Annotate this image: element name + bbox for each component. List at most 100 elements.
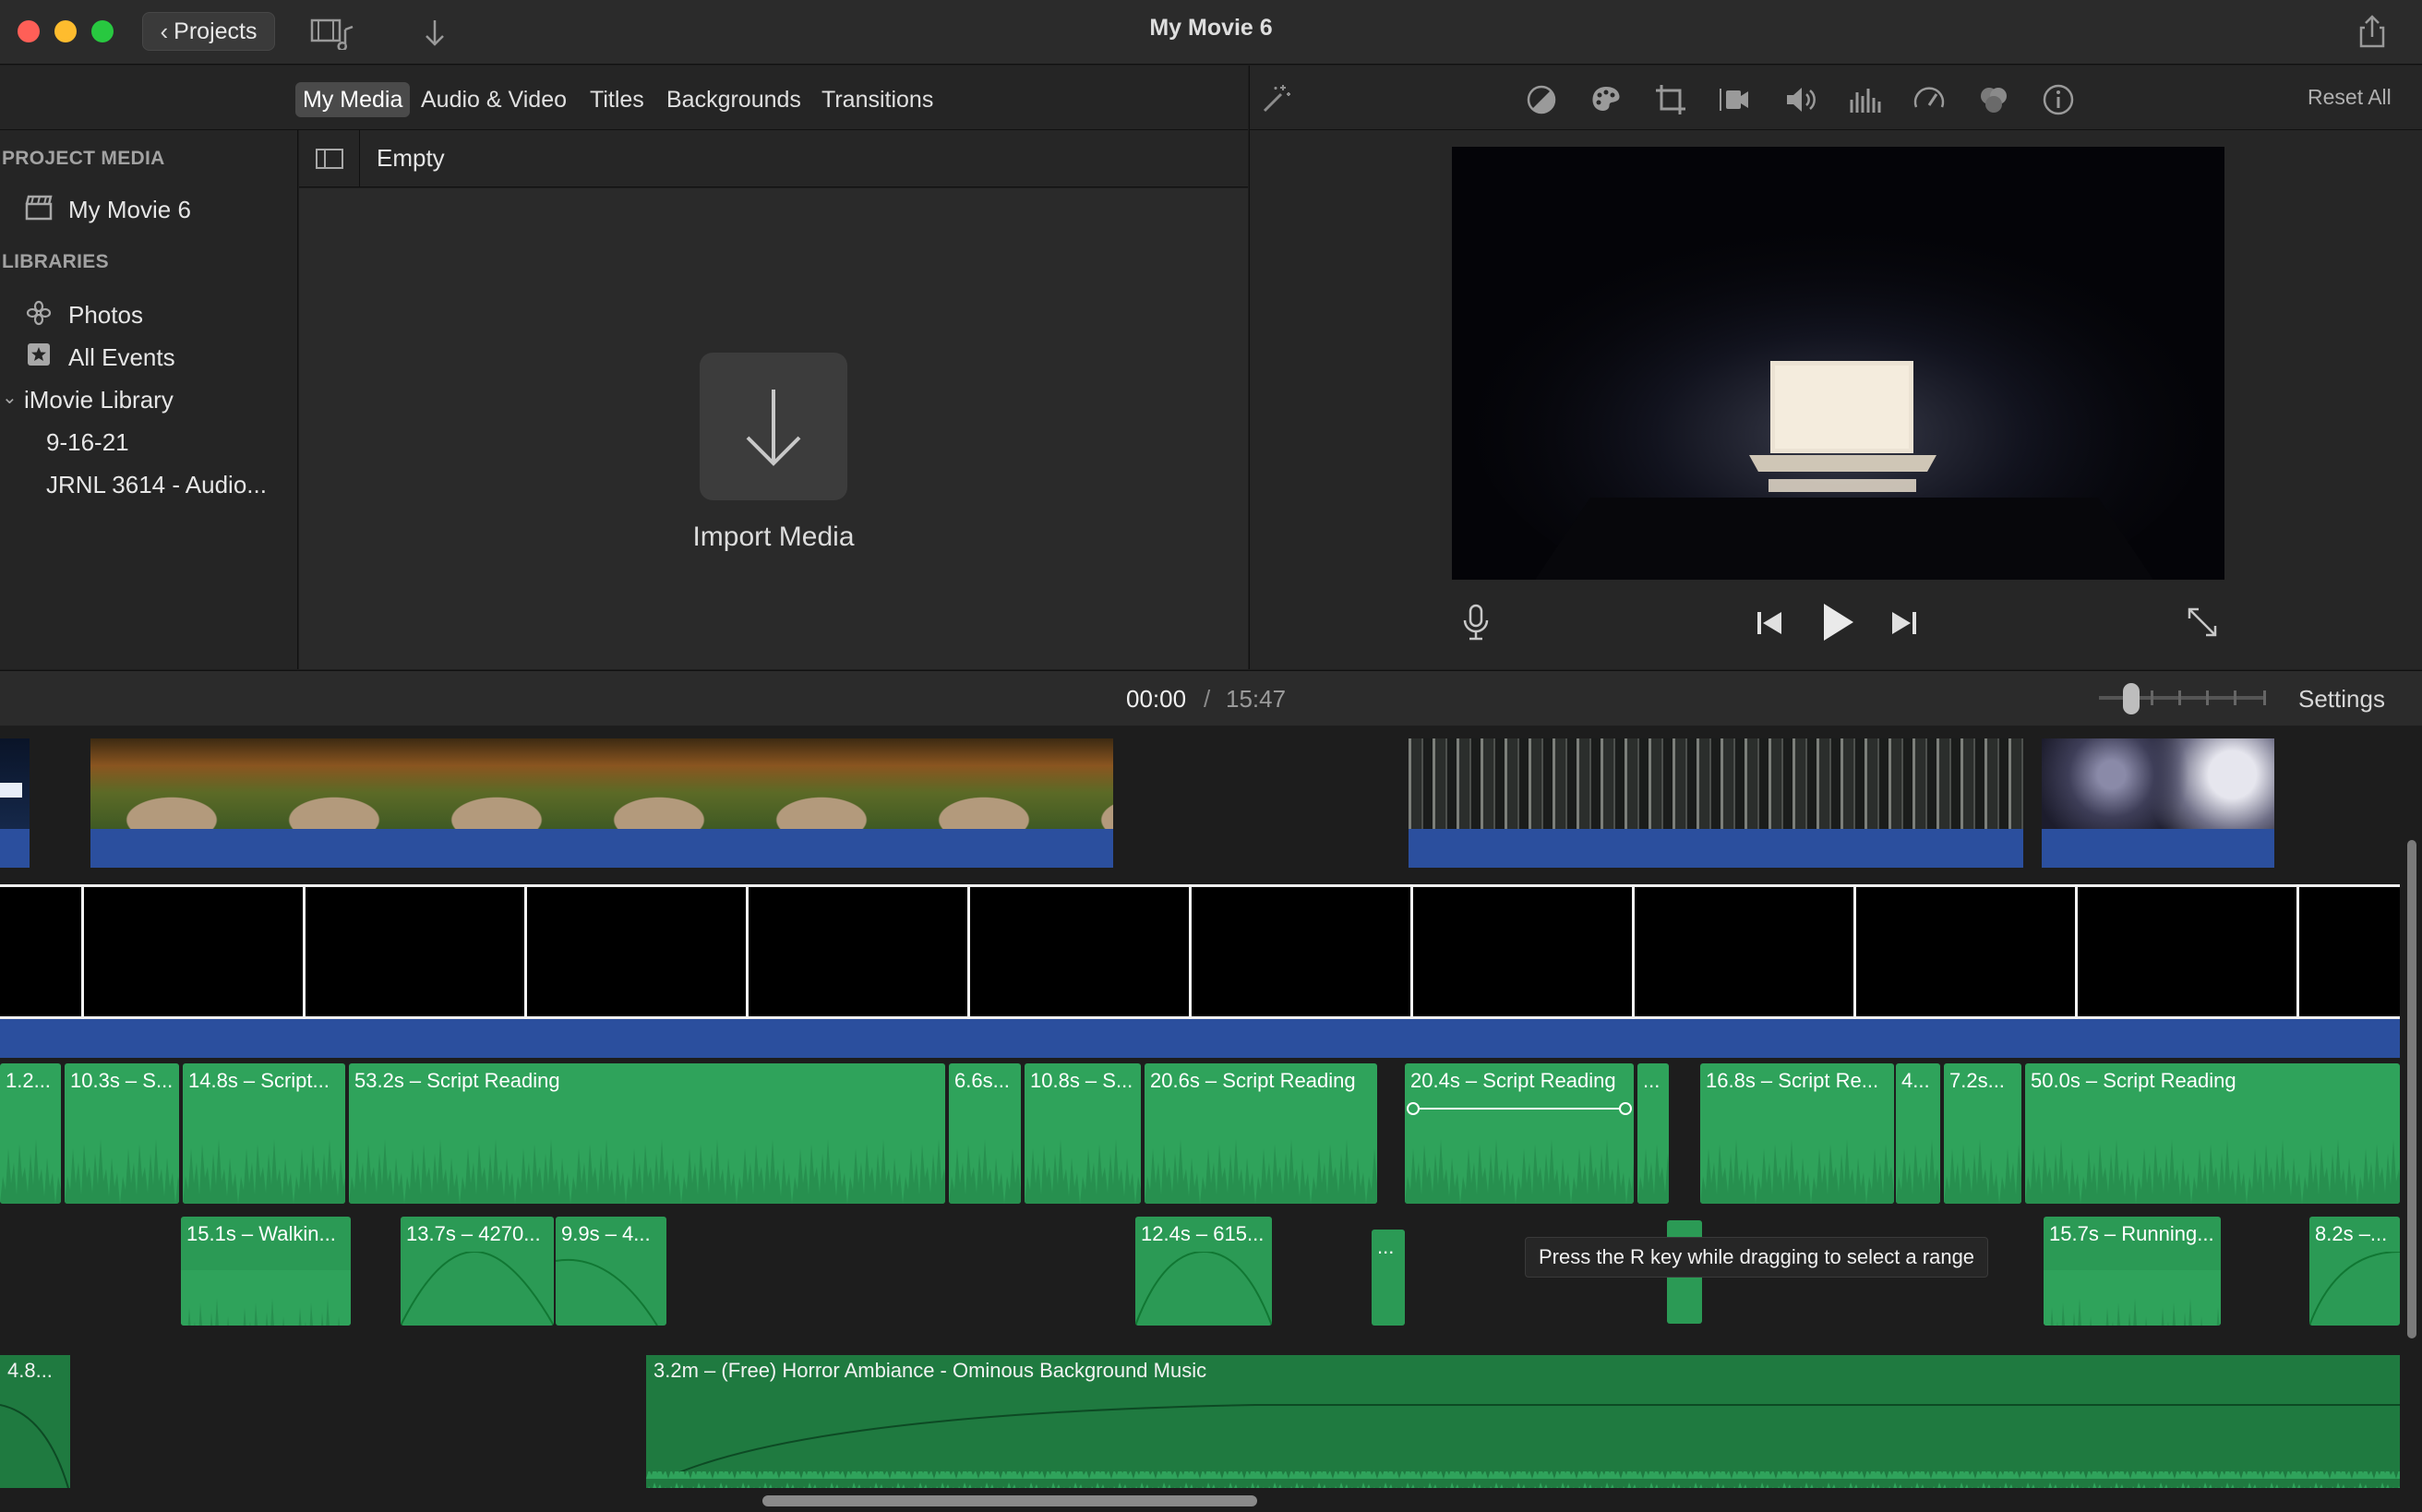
clip-label: 12.4s – 615... — [1141, 1222, 1265, 1245]
vertical-scrollbar[interactable] — [2407, 840, 2416, 1338]
disclosure-chevron-icon[interactable]: ⌄ — [2, 386, 18, 409]
audio-clip[interactable]: 16.8s – Script Re... — [1700, 1063, 1894, 1204]
play-icon[interactable] — [1816, 600, 1857, 644]
audio-clip[interactable]: 6.6s... — [949, 1063, 1021, 1204]
audio-clip[interactable]: 53.2s – Script Reading — [349, 1063, 945, 1204]
microphone-icon[interactable] — [1460, 604, 1492, 642]
waveform — [349, 1111, 945, 1204]
project-media-header: PROJECT MEDIA — [2, 148, 165, 169]
clip-filter-icon[interactable] — [1975, 81, 2012, 118]
sound-effect-clip[interactable]: 8.2s –... — [2309, 1217, 2400, 1326]
range-handle-right[interactable] — [1619, 1102, 1632, 1115]
video-preview[interactable] — [1452, 147, 2224, 580]
clip-label: 20.4s – Script Reading — [1410, 1069, 1616, 1092]
color-palette-icon[interactable] — [1588, 81, 1625, 118]
sound-effect-clip[interactable]: ... — [1372, 1230, 1405, 1326]
clip-thumbnail — [0, 738, 30, 829]
sidebar-item-all-events[interactable]: All Events — [68, 343, 175, 372]
video-clip-forest-road[interactable] — [90, 738, 1113, 868]
info-icon[interactable] — [2040, 81, 2077, 118]
sound-effect-clip[interactable]: 9.9s – 4... — [556, 1217, 666, 1326]
clip-thumbnail — [2042, 738, 2274, 829]
tab-backgrounds[interactable]: Backgrounds — [659, 82, 809, 117]
share-icon[interactable] — [2356, 13, 2389, 50]
stabilization-icon[interactable] — [1717, 81, 1754, 118]
noise-reduction-icon[interactable] — [1846, 81, 1883, 118]
color-balance-icon[interactable] — [1523, 81, 1560, 118]
magic-wand-icon[interactable] — [1257, 81, 1294, 118]
media-filter-label[interactable]: Empty — [377, 144, 445, 173]
frame-divider — [524, 884, 527, 1019]
fade-curve — [2309, 1252, 2400, 1326]
waveform — [949, 1111, 1021, 1204]
timeline-header — [0, 670, 2422, 726]
audio-clip[interactable]: 14.8s – Script... — [183, 1063, 345, 1204]
clip-thumbnail — [90, 738, 1113, 829]
audio-clip[interactable]: 1.2... — [0, 1063, 61, 1204]
range-line — [1418, 1108, 1621, 1110]
photos-icon — [26, 300, 52, 326]
tab-my-media[interactable]: My Media — [295, 82, 411, 117]
placeholder-frames-strip[interactable] — [0, 884, 2400, 1019]
clip-label: 13.7s – 4270... — [406, 1222, 541, 1245]
video-clip-dark-forest[interactable] — [1409, 738, 2023, 868]
fade-curve — [556, 1258, 658, 1326]
sound-effect-clip[interactable]: 13.7s – 4270... — [401, 1217, 554, 1326]
audio-clip[interactable]: 7.2s... — [1944, 1063, 2021, 1204]
audio-clip[interactable]: 10.8s – S... — [1025, 1063, 1141, 1204]
music-clip[interactable]: 4.8... — [0, 1355, 70, 1488]
fade-curve — [401, 1252, 554, 1326]
import-arrow-icon — [746, 390, 801, 466]
speed-icon[interactable] — [1911, 81, 1948, 118]
zoom-slider-knob[interactable] — [2123, 683, 2140, 714]
video-clip[interactable] — [0, 738, 30, 868]
clip-label: ... — [1643, 1069, 1661, 1092]
clip-label: 10.3s – S... — [70, 1069, 174, 1092]
import-media-label[interactable]: Import Media — [646, 522, 901, 553]
skip-forward-icon[interactable] — [1888, 607, 1920, 639]
frame-divider — [2075, 884, 2078, 1019]
tab-titles[interactable]: Titles — [582, 82, 652, 117]
clip-blue-band[interactable] — [0, 1019, 2400, 1058]
tab-audio-video[interactable]: Audio & Video — [414, 82, 574, 117]
sidebar-item-event[interactable]: JRNL 3614 - Audio... — [46, 471, 267, 499]
clip-label: 7.2s... — [1949, 1069, 2005, 1092]
clip-label: 20.6s – Script Reading — [1150, 1069, 1356, 1092]
audio-clip[interactable]: 4... — [1896, 1063, 1940, 1204]
audio-clip-selected[interactable]: 20.4s – Script Reading — [1405, 1063, 1634, 1204]
music-clip-horror-ambiance[interactable]: 3.2m – (Free) Horror Ambiance - Ominous … — [646, 1355, 2400, 1488]
horizontal-scrollbar[interactable] — [762, 1495, 1257, 1506]
waveform — [1405, 1111, 1634, 1204]
timeline-settings-button[interactable]: Settings — [2298, 685, 2385, 714]
waveform — [181, 1270, 351, 1326]
clip-label: 1.2... — [6, 1069, 51, 1092]
sidebar-item-photos[interactable]: Photos — [68, 301, 143, 330]
video-clip-ghost[interactable] — [2042, 738, 2274, 868]
fullscreen-icon[interactable] — [2184, 604, 2221, 641]
clip-label: 10.8s – S... — [1030, 1069, 1133, 1092]
audio-clip[interactable]: 10.3s – S... — [65, 1063, 179, 1204]
volume-icon[interactable] — [1781, 81, 1818, 118]
audio-clip[interactable]: 50.0s – Script Reading — [2025, 1063, 2400, 1204]
crop-icon[interactable] — [1652, 81, 1689, 118]
tab-transitions[interactable]: Transitions — [814, 82, 941, 117]
sound-effect-clip[interactable]: 12.4s – 615... — [1135, 1217, 1272, 1326]
audio-clip[interactable]: ... — [1637, 1063, 1669, 1204]
frame-divider — [1853, 884, 1856, 1019]
audio-clip[interactable]: 20.6s – Script Reading — [1145, 1063, 1377, 1204]
sidebar-item-event[interactable]: 9-16-21 — [46, 428, 129, 457]
fade-curve — [0, 1404, 69, 1488]
waveform — [65, 1111, 179, 1204]
skip-back-icon[interactable] — [1754, 607, 1785, 639]
reset-all-button[interactable]: Reset All — [2308, 85, 2392, 110]
clip-label: ... — [1377, 1235, 1395, 1258]
clip-label: 53.2s – Script Reading — [354, 1069, 560, 1092]
sound-effect-clip[interactable]: 15.7s – Running... — [2044, 1217, 2221, 1326]
fade-curve — [1135, 1252, 1272, 1326]
sound-effect-clip[interactable]: 15.1s – Walkin... — [181, 1217, 351, 1326]
clip-bar — [1409, 829, 2023, 868]
sidebar-toggle-button[interactable] — [299, 130, 360, 187]
sidebar-item-imovie-library[interactable]: iMovie Library — [24, 386, 174, 414]
import-media-button[interactable] — [700, 353, 847, 500]
sidebar-item-project[interactable]: My Movie 6 — [68, 196, 191, 224]
